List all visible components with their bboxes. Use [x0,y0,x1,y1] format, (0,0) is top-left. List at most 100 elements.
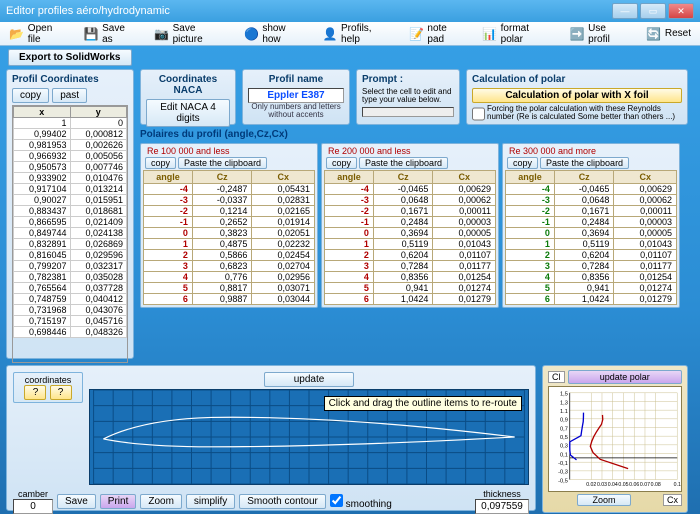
open-file-button[interactable]: 📂Open file [4,21,72,47]
profil-coordinates-panel: Profil Coordinates copy past xy100,99402… [6,69,134,359]
edit-naca-button[interactable]: Edit NACA 4 digits [146,99,230,127]
prompt-input[interactable] [362,107,454,117]
naca-panel: Coordinates NACA Edit NACA 4 digits [140,69,236,125]
minimize-button[interactable]: — [612,3,638,19]
polar-chart: 1,51,31.10,90,70,50,30,1-0,1-0,3-0,50.02… [548,386,682,492]
folder-icon: 📂 [9,26,25,42]
show-how-button[interactable]: 🔵show how [239,21,312,47]
cx-label: Cx [663,494,682,506]
svg-text:0.02: 0.02 [586,482,596,488]
profil-name-value[interactable]: Eppler E387 [248,88,344,103]
coordinates-label: coordinates [16,375,80,385]
prompt-text: Select the cell to edit and type your va… [362,88,454,105]
force-polar-checkbox[interactable]: Forcing the polar calculation with these… [472,105,682,122]
profile-canvas[interactable]: Click and drag the outline items to re-r… [89,389,529,485]
person-icon: 👤 [322,26,338,42]
polar-zoom-button[interactable]: Zoom [577,494,630,506]
svg-text:0.04: 0.04 [608,482,618,488]
smoothing-checkbox[interactable]: smoothing [330,494,392,510]
draw-zoom-button[interactable]: Zoom [140,494,182,509]
svg-text:1.1: 1.1 [560,409,568,415]
save-as-button[interactable]: 💾Save as [78,21,142,47]
draw-save-button[interactable]: Save [57,494,96,509]
notepad-button[interactable]: 📝note pad [404,21,471,47]
polar-paste-button[interactable]: Paste the clipboard [540,157,629,169]
polar-calc-panel: Calculation of polar Calculation of pola… [466,69,688,125]
export-solidworks-button[interactable]: Export to SolidWorks [8,49,132,66]
draw-print-button[interactable]: Print [100,494,137,509]
camber-value[interactable]: 0 [13,499,53,514]
svg-text:1,3: 1,3 [560,400,568,406]
drag-tooltip: Click and drag the outline items to re-r… [324,396,522,411]
toolbar: 📂Open file 💾Save as 📷Save picture 🔵show … [0,22,700,46]
coords-copy-button[interactable]: copy [12,88,49,103]
svg-text:0,3: 0,3 [560,444,568,450]
arrow-right-icon: ➡️ [569,26,585,42]
prompt-title: Prompt : [362,74,454,85]
profil-coordinates-title: Profil Coordinates [12,74,128,85]
update-drawing-button[interactable]: update [264,372,354,387]
simplify-button[interactable]: simplify [186,494,235,509]
thickness-value[interactable]: 0,097559 [475,499,529,514]
polar-copy-button[interactable]: copy [145,157,176,169]
cl-label: Cl [548,371,565,383]
svg-text:0.03: 0.03 [597,482,607,488]
coord-q2-button[interactable]: ? [50,385,72,400]
camber-label: camber [13,489,53,499]
svg-text:0.05: 0.05 [618,482,628,488]
svg-text:0,1: 0,1 [560,452,568,458]
svg-text:1,5: 1,5 [560,392,568,398]
titlebar: Editor profiles aéro/hydrodynamic — ▭ ✕ [0,0,700,22]
polar-paste-button[interactable]: Paste the clipboard [359,157,448,169]
format-icon: 📊 [482,26,498,42]
polar-group-1: Re 200 000 and less copy Paste the clipb… [321,143,499,308]
polar-group-2: Re 300 000 and more copy Paste the clipb… [502,143,680,308]
camera-icon: 📷 [154,26,170,42]
profils-help-button[interactable]: 👤Profils, help [317,21,397,47]
polar-table[interactable]: angleCzCx-4-0,24870,05431-3-0,03370,0283… [143,170,315,305]
coords-table[interactable]: xy100,994020,0008120,9819530,0026260,966… [13,106,127,338]
close-button[interactable]: ✕ [668,3,694,19]
polar-chart-panel: Cl update polar 1,51,31.10,90,70,50,30,1… [542,365,688,513]
polar-paste-button[interactable]: Paste the clipboard [178,157,267,169]
drawing-panel: coordinates ? ? update Click and drag th… [6,365,536,511]
format-polar-button[interactable]: 📊format polar [477,21,559,47]
svg-text:0.07: 0.07 [640,482,650,488]
reset-button[interactable]: 🔄Reset [641,24,696,44]
notepad-icon: 📝 [409,26,425,42]
smooth-contour-button[interactable]: Smooth contour [239,494,326,509]
update-polar-button[interactable]: update polar [568,370,683,384]
thickness-label: thickness [475,489,529,499]
use-profil-button[interactable]: ➡️Use profil [564,21,635,47]
svg-text:0,9: 0,9 [560,418,568,424]
coord-q1-button[interactable]: ? [24,385,46,400]
svg-text:0,7: 0,7 [560,426,568,432]
save-icon: 💾 [83,26,99,42]
polar-table[interactable]: angleCzCx-4-0,04650,00629-30,06480,00062… [324,170,496,305]
polar-table[interactable]: angleCzCx-4-0,04650,00629-30,06480,00062… [505,170,677,305]
prompt-panel: Prompt : Select the cell to edit and typ… [356,69,460,125]
svg-text:0.06: 0.06 [629,482,639,488]
app-title: Editor profiles aéro/hydrodynamic [6,5,170,17]
polar-group-label: Re 300 000 and more [505,146,677,156]
profil-name-title: Profil name [248,74,344,85]
naca-title: Coordinates NACA [146,74,230,96]
polar-group-label: Re 200 000 and less [324,146,496,156]
maximize-button[interactable]: ▭ [640,3,666,19]
profil-name-note: Only numbers and letters without accents [248,103,344,119]
svg-text:0.08: 0.08 [651,482,661,488]
polaires-title: Polaires du profil (angle,Cz,Cx) [140,129,688,140]
coords-past-button[interactable]: past [52,88,87,103]
svg-text:-0,3: -0,3 [558,470,568,476]
info-icon: 🔵 [244,26,260,42]
polar-calc-title: Calculation of polar [472,74,682,85]
polar-copy-button[interactable]: copy [326,157,357,169]
profil-name-panel: Profil name Eppler E387 Only numbers and… [242,69,350,125]
svg-text:-0,1: -0,1 [558,461,568,467]
save-picture-button[interactable]: 📷Save picture [149,21,233,47]
calc-polar-xfoil-button[interactable]: Calculation of polar with X foil [472,88,682,103]
svg-text:0.1: 0.1 [674,482,681,488]
polar-group-0: Re 100 000 and less copy Paste the clipb… [140,143,318,308]
polar-copy-button[interactable]: copy [507,157,538,169]
polar-group-label: Re 100 000 and less [143,146,315,156]
